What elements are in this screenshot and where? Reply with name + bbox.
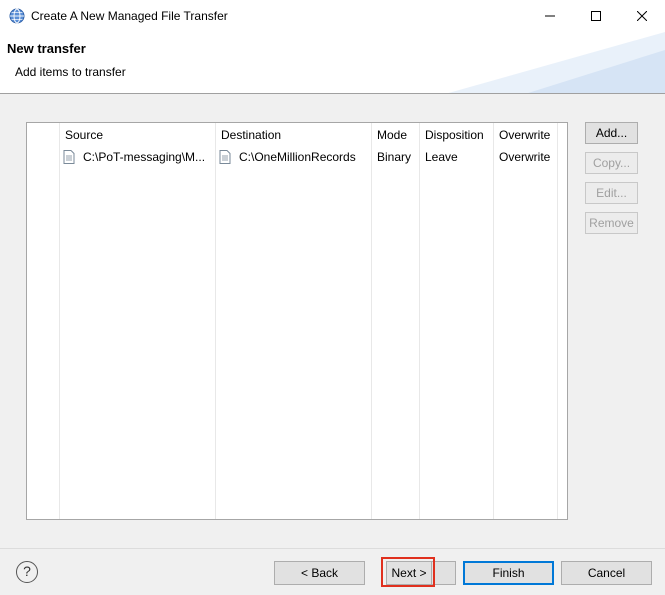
globe-app-icon [9,8,25,24]
edit-button[interactable]: Edit... [585,182,638,204]
column-divider [493,123,494,519]
file-icon [63,150,75,164]
cell-disposition: Leave [425,150,458,164]
minimize-button[interactable] [527,0,573,32]
footer-divider [0,548,665,549]
column-header-overwrite[interactable]: Overwrite [499,128,550,142]
window-title: Create A New Managed File Transfer [31,9,228,23]
maximize-button[interactable] [573,0,619,32]
add-button[interactable]: Add... [585,122,638,144]
column-header-disposition[interactable]: Disposition [425,128,484,142]
cell-source: C:\PoT-messaging\M... [83,150,206,164]
back-button[interactable]: < Back [274,561,365,585]
page-title: New transfer [7,41,86,56]
column-divider [371,123,372,519]
table-row[interactable]: C:\PoT-messaging\M... C:\OneMillionRecor… [27,148,567,168]
next-button-tail[interactable] [432,561,456,585]
maximize-icon [591,11,601,21]
help-icon[interactable]: ? [16,561,38,583]
header-decoration [448,32,665,93]
close-icon [637,11,647,21]
column-divider [419,123,420,519]
column-divider [215,123,216,519]
finish-button[interactable]: Finish [463,561,554,585]
cell-destination: C:\OneMillionRecords [239,150,356,164]
copy-button[interactable]: Copy... [585,152,638,174]
column-header-source[interactable]: Source [65,128,103,142]
column-header-destination[interactable]: Destination [221,128,281,142]
remove-button[interactable]: Remove [585,212,638,234]
transfer-items-table[interactable]: Source Destination Mode Disposition Over… [26,122,568,520]
page-subtitle: Add items to transfer [15,65,126,79]
close-button[interactable] [619,0,665,32]
cancel-button[interactable]: Cancel [561,561,652,585]
column-header-mode[interactable]: Mode [377,128,407,142]
minimize-icon [545,15,555,17]
column-divider [59,123,60,519]
next-button-highlight [381,557,435,587]
column-divider [557,123,558,519]
title-bar: Create A New Managed File Transfer [0,0,665,32]
wizard-header: New transfer Add items to transfer [0,32,665,94]
cell-mode: Binary [377,150,412,164]
file-icon [219,150,231,164]
cell-overwrite: Overwrite [499,150,551,164]
